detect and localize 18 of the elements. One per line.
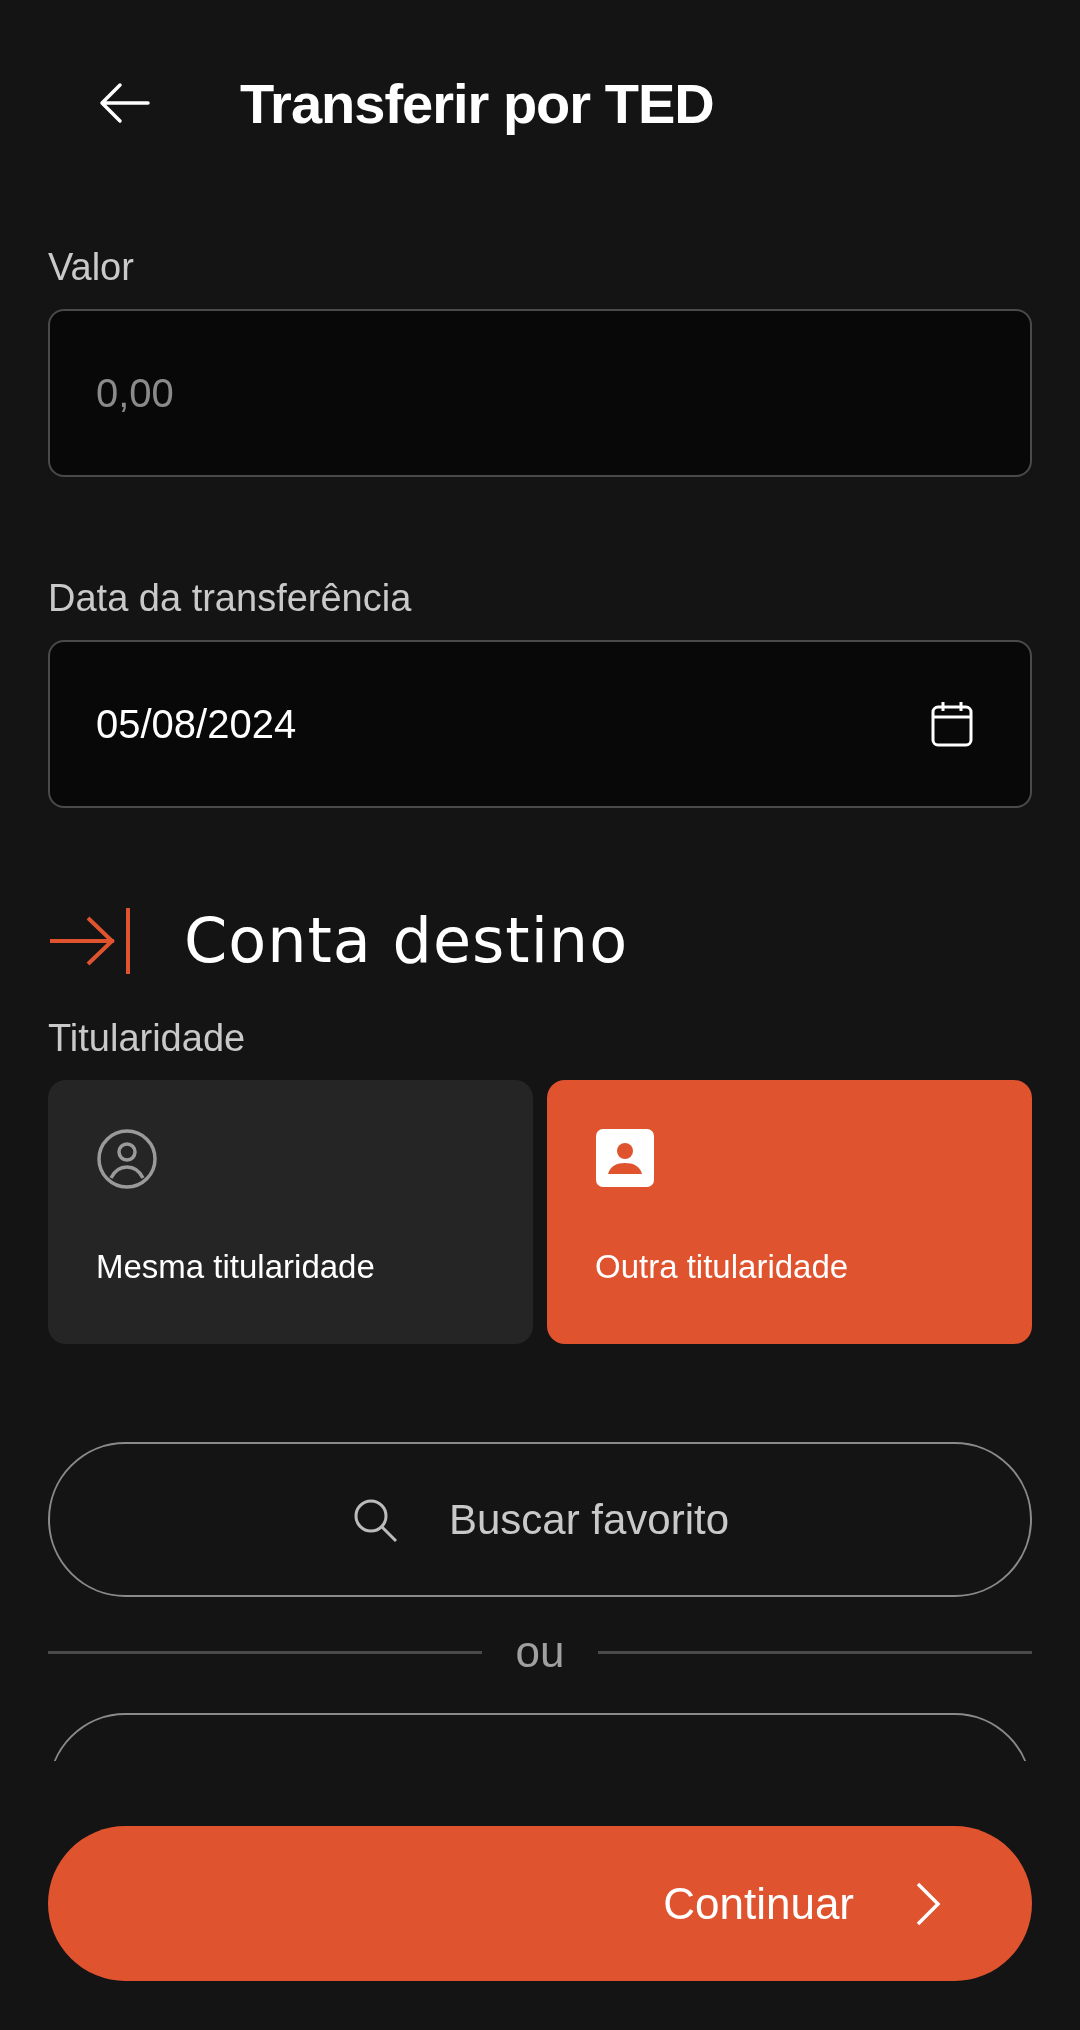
field-label: Data da transferência: [48, 577, 413, 620]
search-favorite-button[interactable]: Buscar favorito: [48, 1442, 1032, 1597]
ownership-option[interactable]: Outra titularidade: [547, 1080, 1032, 1344]
field-label: Valor: [48, 246, 135, 289]
back-button[interactable]: [98, 81, 150, 125]
person-circle-icon: [96, 1128, 158, 1190]
divider-label: ou: [515, 1627, 565, 1677]
continue-button[interactable]: Continuar: [48, 1826, 1032, 1981]
date-field[interactable]: 05/08/2024: [48, 640, 1032, 808]
field-label: Titularidade: [48, 1017, 247, 1060]
amount-field[interactable]: 0,00: [48, 309, 1032, 477]
calendar-icon: [930, 700, 974, 748]
ownership-option[interactable]: Mesma titularidade: [48, 1080, 533, 1344]
contact-card-icon: [595, 1128, 655, 1188]
back-arrow-icon: [98, 81, 150, 125]
page-title: Transferir por TED: [240, 70, 714, 136]
section-title: Conta destino: [184, 904, 629, 977]
arrow-to-bar-icon: [48, 905, 132, 976]
